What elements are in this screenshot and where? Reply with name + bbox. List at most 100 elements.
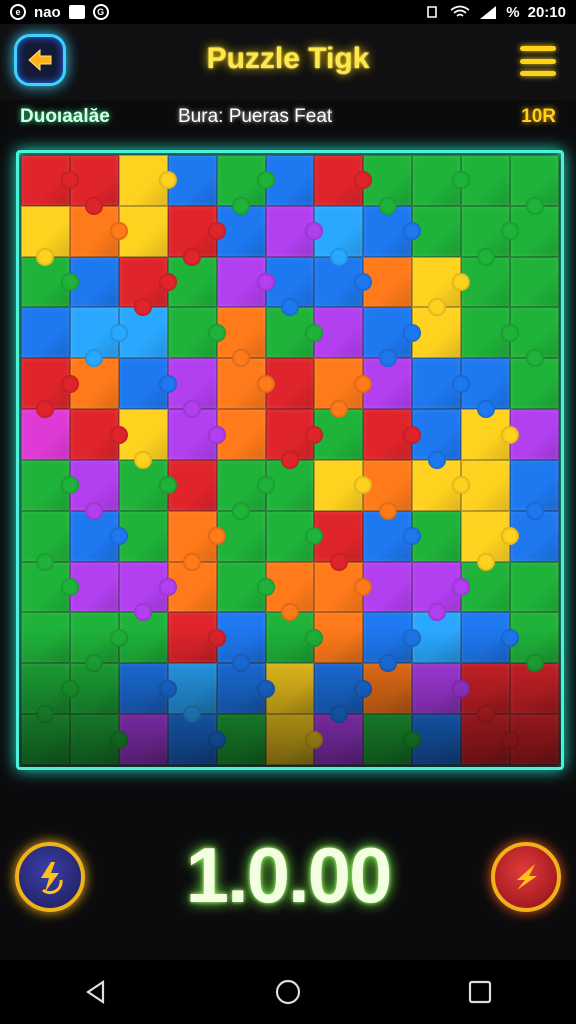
puzzle-piece-tab [476,705,495,724]
puzzle-piece-tab [207,730,226,749]
puzzle-board[interactable] [16,150,564,770]
puzzle-piece[interactable] [69,409,128,460]
game-notification-icon: G [92,4,109,20]
nav-back-button[interactable] [76,972,116,1012]
puzzle-piece[interactable] [510,459,559,520]
puzzle-piece-tab [207,628,226,647]
puzzle-piece-tab [305,425,324,444]
puzzle-piece[interactable] [363,612,422,673]
puzzle-piece-tab [158,679,177,698]
puzzle-piece-tab [109,425,128,444]
puzzle-piece[interactable] [363,714,422,765]
level-label: Duoıaalăe [20,106,110,127]
puzzle-piece[interactable] [412,155,471,206]
puzzle-piece[interactable] [118,358,177,410]
round-counter: 10R [521,106,556,127]
puzzle-piece-tab [232,196,251,215]
puzzle-piece[interactable] [21,663,79,724]
puzzle-piece-tab [256,679,275,698]
puzzle-piece[interactable] [21,612,70,664]
hamburger-line [520,71,556,76]
puzzle-piece-tab [452,679,471,698]
puzzle-piece-tab [256,578,275,597]
puzzle-piece-tab [378,501,397,520]
puzzle-piece-tab [109,323,128,342]
puzzle-piece-tab [158,578,177,597]
puzzle-piece[interactable] [363,409,422,460]
hamburger-line [520,58,556,64]
puzzle-piece[interactable] [21,205,70,266]
puzzle-piece[interactable] [412,358,471,410]
clock: 20:10 [527,3,566,21]
puzzle-piece[interactable] [412,256,471,317]
puzzle-piece[interactable] [461,510,520,571]
puzzle-piece[interactable] [461,612,520,664]
puzzle-piece-tab [207,323,226,342]
puzzle-piece-tab [158,273,177,292]
puzzle-piece[interactable] [461,205,520,266]
puzzle-piece[interactable] [118,663,177,715]
puzzle-piece[interactable] [21,358,79,419]
puzzle-piece[interactable] [118,256,177,317]
puzzle-piece[interactable] [314,155,373,206]
puzzle-piece-tab [403,730,422,749]
nav-home-button[interactable] [268,972,308,1012]
puzzle-piece-tab [354,374,373,393]
puzzle-piece[interactable] [265,510,324,562]
puzzle-piece[interactable] [118,561,177,622]
puzzle-piece[interactable] [69,714,128,765]
status-bar-left: e nao G [10,4,109,21]
puzzle-piece[interactable] [363,307,422,368]
puzzle-piece-tab [207,527,226,546]
puzzle-piece[interactable] [69,612,128,673]
puzzle-piece[interactable] [461,307,520,359]
puzzle-piece[interactable] [167,205,226,266]
puzzle-piece[interactable] [314,459,373,511]
puzzle-piece-tab [256,374,275,393]
game-title: Puzzle Tigk [206,42,370,75]
puzzle-piece-tab [329,247,348,266]
menu-button[interactable] [520,46,556,76]
puzzle-piece[interactable] [216,155,275,215]
puzzle-piece[interactable] [265,409,324,469]
puzzle-piece[interactable] [265,205,324,257]
puzzle-piece[interactable] [118,155,177,206]
puzzle-piece-tab [427,450,446,469]
puzzle-piece[interactable] [21,155,79,206]
puzzle-piece[interactable] [167,307,226,359]
puzzle-piece[interactable] [216,256,275,308]
nav-recents-button[interactable] [460,972,500,1012]
puzzle-grid[interactable] [21,155,559,765]
puzzle-piece-tab [501,425,520,444]
game-footer: 1.0.00 [0,800,576,950]
puzzle-piece[interactable] [21,510,70,571]
status-bar-right: % 20:10 [422,4,566,21]
status-left-text: nao [34,3,61,21]
puzzle-piece-tab [329,552,348,571]
boost-button[interactable] [491,842,561,912]
puzzle-piece-tab [207,425,226,444]
puzzle-piece-tab [256,476,275,495]
puzzle-piece[interactable] [167,510,226,571]
puzzle-subtitle: Bura: Pueras Feat [178,106,333,127]
puzzle-piece-tab [60,374,79,393]
puzzle-piece[interactable] [21,307,70,359]
puzzle-piece[interactable] [167,612,226,664]
puzzle-piece[interactable] [510,155,559,215]
puzzle-piece[interactable] [314,663,373,724]
puzzle-piece[interactable] [412,561,471,622]
puzzle-piece[interactable] [265,714,324,765]
puzzle-piece[interactable] [314,358,373,419]
triangle-back-icon [86,979,105,1005]
puzzle-piece-tab [476,247,495,266]
puzzle-piece[interactable] [510,561,559,613]
puzzle-piece[interactable] [412,663,471,715]
puzzle-piece-tab [109,628,128,647]
puzzle-piece-tab [354,679,373,698]
puzzle-piece[interactable] [216,459,275,520]
puzzle-piece[interactable] [21,459,79,511]
puzzle-piece[interactable] [69,307,128,368]
puzzle-piece-tab [109,730,128,749]
puzzle-piece[interactable] [510,256,559,308]
puzzle-piece[interactable] [216,561,275,613]
